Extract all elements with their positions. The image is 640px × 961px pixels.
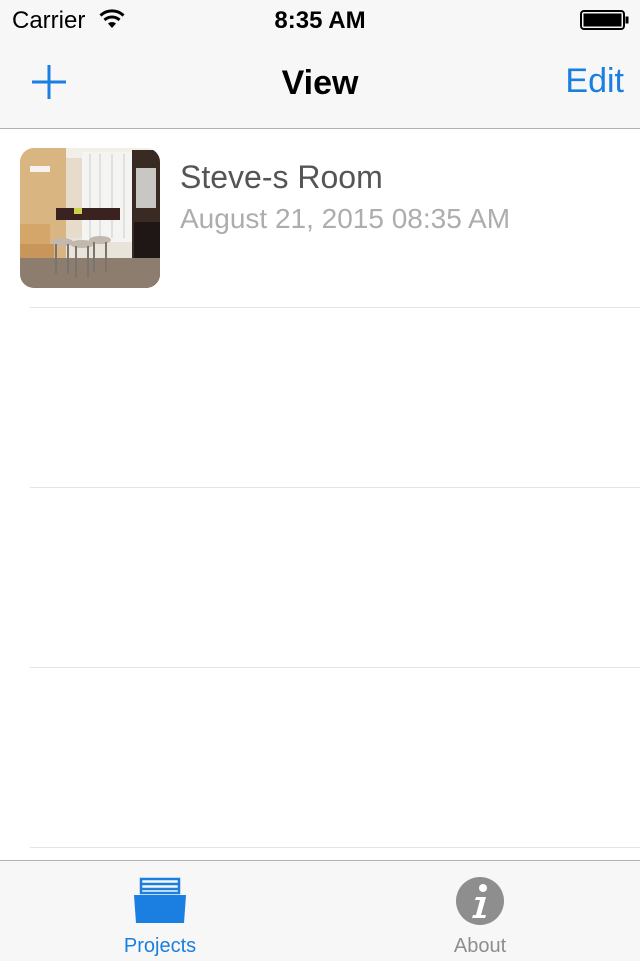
tab-projects-label: Projects [123,935,197,957]
navigation-bar: View Edit [0,40,640,129]
status-bar: Carrier 8:35 AM [0,0,640,40]
room-photo-thumbnail [20,148,160,288]
info-icon [454,875,506,927]
tab-bar: Projects About [0,860,640,961]
status-time: 8:35 AM [274,7,366,34]
tab-about-label: About [453,935,507,957]
projects-list: Steve-s Room August 21, 2015 08:35 AM [0,129,640,860]
page-title: View [281,64,359,102]
edit-button[interactable]: Edit [565,62,624,101]
list-item[interactable]: Steve-s Room August 21, 2015 08:35 AM [0,129,640,307]
tab-about[interactable]: About [320,861,640,961]
battery-full-icon [580,10,630,30]
row-separator [30,667,640,668]
project-title: Steve-s Room [180,159,383,195]
row-separator [30,847,640,848]
tab-projects[interactable]: Projects [0,861,320,961]
projects-box-icon [133,875,186,927]
row-separator [30,307,640,308]
project-date: August 21, 2015 08:35 AM [180,203,511,234]
row-separator [30,487,640,488]
